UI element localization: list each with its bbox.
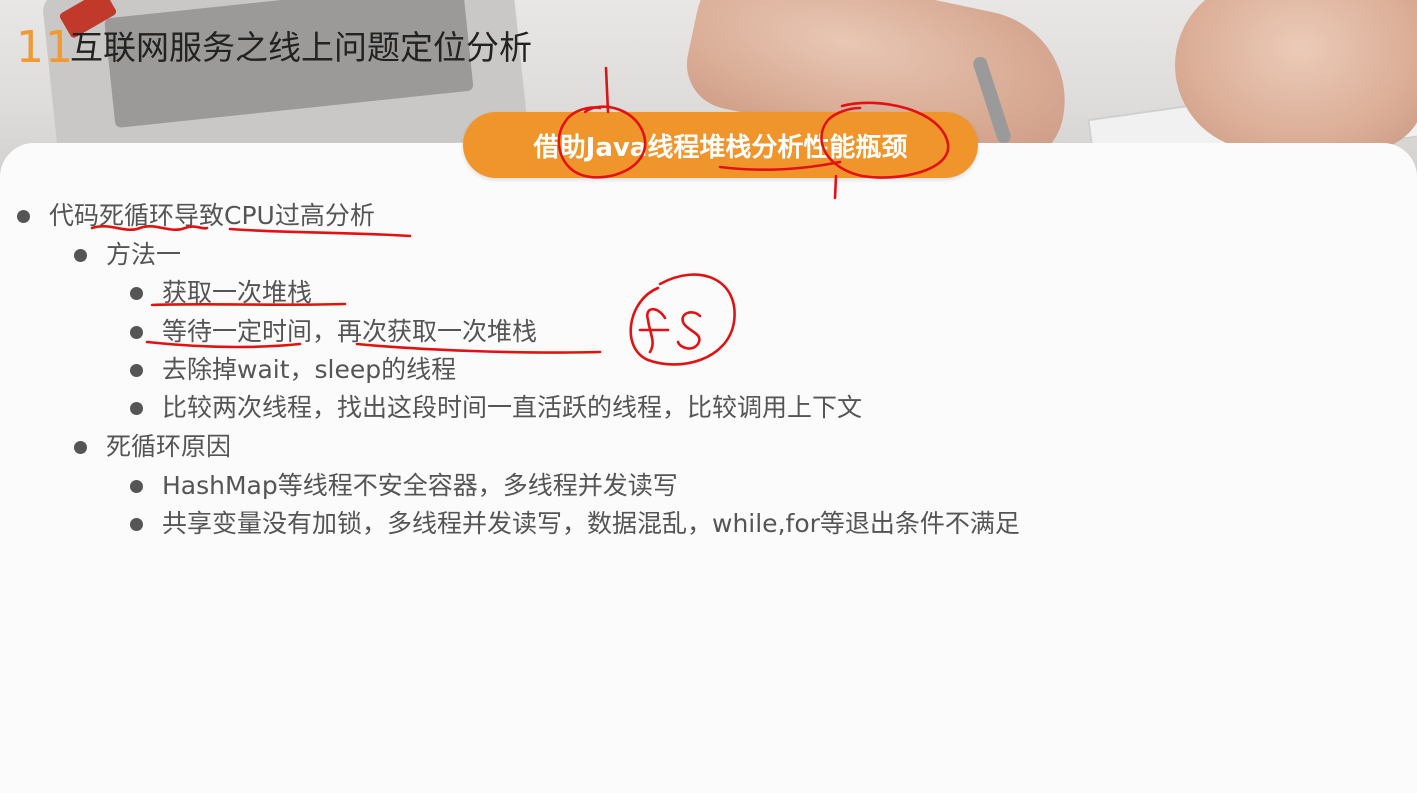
step-text: 等待一定时间，再次获取一次堆栈 bbox=[162, 317, 538, 346]
step-text: 去除掉wait，sleep的线程 bbox=[162, 355, 457, 384]
list-item-step: 等待一定时间，再次获取一次堆栈 bbox=[130, 316, 537, 348]
cause-title-text: 死循环原因 bbox=[106, 432, 232, 461]
bullet-dot bbox=[130, 363, 143, 377]
list-item-main: 代码死循环导致CPU过高分析 bbox=[17, 200, 375, 232]
list-item-cause: HashMap等线程不安全容器，多线程并发读写 bbox=[130, 470, 678, 502]
step-text: 获取一次堆栈 bbox=[162, 278, 313, 307]
list-item-cause: 共享变量没有加锁，多线程并发读写，数据混乱，while,for等退出条件不满足 bbox=[130, 508, 1020, 540]
bullet-dot bbox=[74, 248, 87, 262]
bullet-dot bbox=[130, 286, 143, 300]
list-item-step: 去除掉wait，sleep的线程 bbox=[130, 354, 456, 386]
bullet-outline: 代码死循环导致CPU过高分析 方法一 获取一次堆栈 等待一定时间，再次获取一次堆… bbox=[0, 0, 1417, 783]
bullet-dot bbox=[130, 479, 143, 493]
bullet-dot bbox=[130, 325, 143, 339]
step-text: 比较两次线程，找出这段时间一直活跃的线程，比较调用上下文 bbox=[162, 393, 863, 422]
list-item-step: 获取一次堆栈 bbox=[130, 277, 312, 309]
bullet-dot bbox=[74, 440, 87, 454]
bullet-dot bbox=[130, 401, 143, 415]
method-title-text: 方法一 bbox=[106, 240, 182, 269]
list-item-cause-title: 死循环原因 bbox=[74, 431, 231, 463]
cause-text: HashMap等线程不安全容器，多线程并发读写 bbox=[162, 471, 678, 500]
cause-text: 共享变量没有加锁，多线程并发读写，数据混乱，while,for等退出条件不满足 bbox=[162, 509, 1020, 538]
list-item-step: 比较两次线程，找出这段时间一直活跃的线程，比较调用上下文 bbox=[130, 392, 862, 424]
main-point-text: 代码死循环导致CPU过高分析 bbox=[49, 201, 375, 230]
list-item-method: 方法一 bbox=[74, 239, 181, 271]
bullet-dot bbox=[130, 517, 143, 531]
bullet-dot bbox=[17, 209, 30, 223]
